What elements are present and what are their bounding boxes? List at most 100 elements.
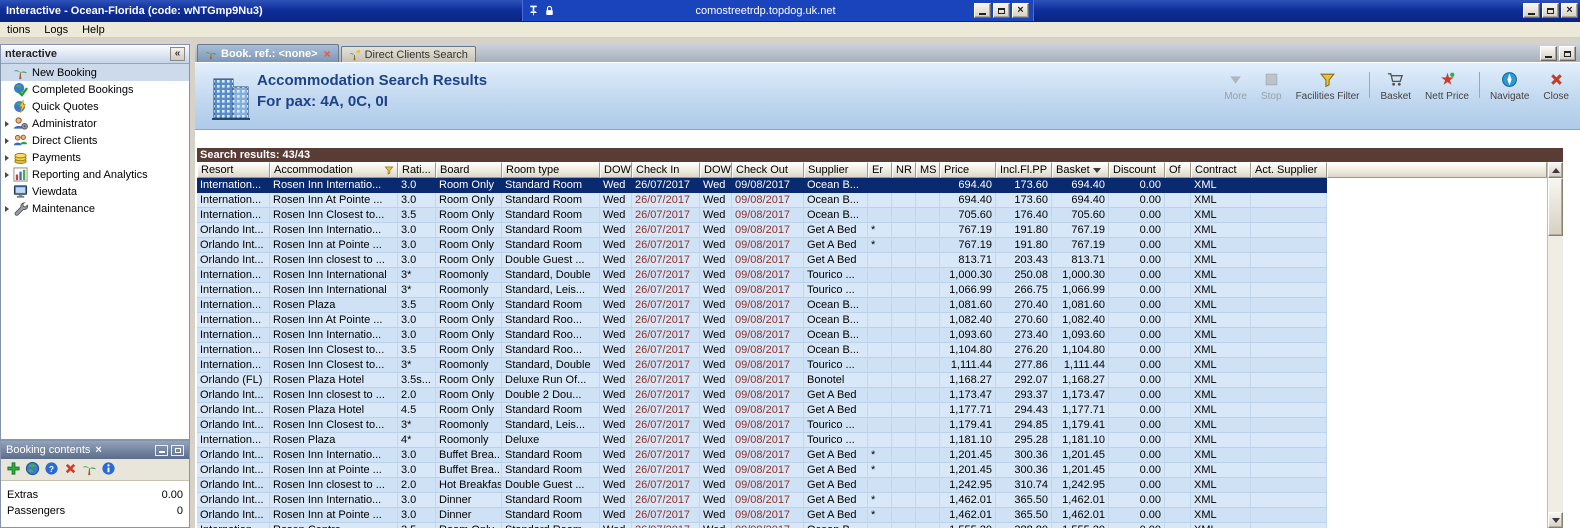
tab-book-ref-none[interactable]: Book. ref.: <none> × (197, 44, 339, 62)
column-header-resort-0[interactable]: Resort (197, 162, 270, 178)
app-minimize-button[interactable] (1523, 3, 1540, 18)
table-row[interactable]: Orlando Int... Rosen Inn closest to ... 3.… (197, 253, 1547, 268)
table-row[interactable]: Orlando Int... Rosen Inn Internatio... 3.0… (197, 448, 1547, 463)
stop-button[interactable]: Stop (1254, 68, 1289, 102)
table-row[interactable]: Orlando Int... Rosen Inn Internatio... 3.0… (197, 223, 1547, 238)
booking-row-passengers[interactable]: Passengers 0 (1, 503, 189, 519)
menu-item-tions[interactable]: tions (0, 24, 37, 36)
table-row[interactable]: Internation... Rosen Inn Internatio... 3.0… (197, 178, 1547, 193)
more-button[interactable]: More (1217, 68, 1254, 102)
expander-icon[interactable] (1, 121, 13, 127)
table-row[interactable]: Internation... Rosen Inn At Pointe ... 3.0… (197, 313, 1547, 328)
table-row[interactable]: Internation... Rosen Inn International 3* R… (197, 268, 1547, 283)
collapse-panel-button[interactable]: « (170, 47, 185, 61)
app-close-button[interactable]: × (1561, 3, 1578, 18)
column-header-act-supplier-19[interactable]: Act. Supplier (1251, 162, 1327, 178)
table-row[interactable]: Internation... Rosen Inn Closest to... 3.5… (197, 208, 1547, 223)
sidebar-item-payments[interactable]: Payments (1, 149, 189, 166)
expander-icon[interactable] (1, 138, 13, 144)
expander-icon[interactable] (1, 155, 13, 161)
vertical-scrollbar[interactable] (1547, 162, 1563, 528)
column-header-discount-16[interactable]: Discount (1109, 162, 1165, 178)
column-header-dow-5[interactable]: DOW (600, 162, 632, 178)
column-header-nr-11[interactable]: NR (892, 162, 916, 178)
mdi-restore-button[interactable] (1559, 46, 1576, 61)
sidebar-item-reporting-and-analytics[interactable]: Reporting and Analytics (1, 166, 189, 183)
expander-icon[interactable] (1, 172, 13, 178)
table-row[interactable]: Internation... Rosen Inn Closest to... 3.5… (197, 343, 1547, 358)
column-header-ms-12[interactable]: MS (916, 162, 940, 178)
table-row[interactable]: Internation... Rosen Inn International 3* R… (197, 283, 1547, 298)
mdi-minimize-button[interactable] (1540, 46, 1557, 61)
table-row[interactable]: Orlando Int... Rosen Inn at Pointe ... 3.0… (197, 508, 1547, 523)
column-header-accommodation-1[interactable]: Accommodation (270, 162, 398, 178)
column-header-contract-18[interactable]: Contract (1191, 162, 1251, 178)
panel-close-icon[interactable]: × (95, 444, 101, 456)
rdp-restore-button[interactable] (993, 3, 1010, 18)
table-cell: Standard Room (502, 178, 600, 193)
add-button[interactable] (6, 461, 21, 479)
tab-direct-clients-search[interactable]: Direct Clients Search (340, 46, 476, 62)
help-button[interactable]: ? (44, 461, 59, 479)
table-row[interactable]: Internation... Rosen Inn Closest to... 3* R… (197, 358, 1547, 373)
column-header-er-10[interactable]: Er (868, 162, 892, 178)
sidebar-item-administrator[interactable]: Administrator (1, 115, 189, 132)
column-header-room-type-4[interactable]: Room type (502, 162, 600, 178)
close-button[interactable]: Close (1536, 68, 1576, 102)
scroll-up-button[interactable] (1548, 162, 1563, 178)
table-row[interactable]: Internation...Rosen Centre3.5Room OnlySt… (197, 523, 1547, 528)
column-header-incl-fl-pp-14[interactable]: Incl.Fl.PP (996, 162, 1052, 178)
menu-item-logs[interactable]: Logs (37, 24, 75, 36)
column-header-board-3[interactable]: Board (436, 162, 502, 178)
column-header-price-13[interactable]: Price (940, 162, 996, 178)
column-header-check-in-6[interactable]: Check In (632, 162, 700, 178)
nett-price-button[interactable]: Nett Price (1418, 68, 1476, 102)
menu-item-help[interactable]: Help (75, 24, 112, 36)
table-row[interactable]: Internation... Rosen Inn At Pointe ... 3.0… (197, 193, 1547, 208)
navigate-button[interactable]: Navigate (1483, 68, 1536, 102)
table-row[interactable]: Orlando Int... Rosen Inn at Pointe ... 3.0… (197, 463, 1547, 478)
table-row[interactable]: Orlando Int... Rosen Inn Closest to... 3* R… (197, 418, 1547, 433)
column-header-supplier-9[interactable]: Supplier (804, 162, 868, 178)
basket-button[interactable]: Basket (1373, 68, 1418, 102)
column-header-check-out-8[interactable]: Check Out (732, 162, 804, 178)
column-header-dow-7[interactable]: DOW (700, 162, 732, 178)
table-row[interactable]: Orlando (FL) Rosen Plaza Hotel 3.5s... Room… (197, 373, 1547, 388)
sidebar-item-new-booking[interactable]: New Booking (1, 64, 189, 81)
delete-button[interactable] (63, 461, 78, 479)
table-row[interactable]: Orlando Int... Rosen Inn closest to ... 2.… (197, 478, 1547, 493)
sidebar-item-quick-quotes[interactable]: Quick Quotes (1, 98, 189, 115)
expander-icon[interactable] (1, 206, 13, 212)
table-row[interactable]: Internation... Rosen Plaza 4* Roomonly Delux… (197, 433, 1547, 448)
rdp-minimize-button[interactable] (974, 3, 991, 18)
panel-float-button[interactable] (171, 444, 184, 456)
app-restore-button[interactable] (1542, 3, 1559, 18)
table-row[interactable]: Internation... Rosen Plaza 3.5 Room Only Sta… (197, 298, 1547, 313)
table-row[interactable]: Orlando Int... Rosen Plaza Hotel 4.5 Room O… (197, 403, 1547, 418)
facilities-filter-button[interactable]: Facilities Filter (1289, 68, 1367, 102)
sidebar-item-completed-bookings[interactable]: Completed Bookings (1, 81, 189, 98)
column-header-rati-2[interactable]: Rati... (398, 162, 436, 178)
panel-minimize-button[interactable] (155, 444, 168, 456)
column-header-basket-15[interactable]: Basket (1052, 162, 1109, 178)
table-row[interactable]: Internation... Rosen Inn Internatio... 3.0… (197, 328, 1547, 343)
table-row[interactable]: Orlando Int... Rosen Inn at Pointe ... 3.0… (197, 238, 1547, 253)
globe-button[interactable] (25, 461, 40, 479)
pin-icon[interactable] (527, 4, 540, 17)
table-cell (916, 283, 940, 298)
sidebar-item-viewdata[interactable]: Viewdata (1, 183, 189, 200)
table-row[interactable]: Orlando Int... Rosen Inn Internatio... 3.0… (197, 493, 1547, 508)
booking-row-extras[interactable]: Extras 0.00 (1, 487, 189, 503)
scrollbar-thumb[interactable] (1548, 178, 1563, 236)
scroll-down-button[interactable] (1548, 512, 1563, 528)
table-cell: 09/08/2017 (732, 328, 804, 343)
rdp-close-button[interactable]: × (1012, 3, 1029, 18)
tab-close-icon[interactable]: × (324, 48, 331, 60)
column-header-of-17[interactable]: Of (1165, 162, 1191, 178)
info-button[interactable] (101, 461, 116, 479)
people-icon (13, 133, 28, 148)
table-row[interactable]: Orlando Int... Rosen Inn closest to ... 2.… (197, 388, 1547, 403)
sidebar-item-maintenance[interactable]: Maintenance (1, 200, 189, 217)
palm-button[interactable] (82, 461, 97, 479)
sidebar-item-direct-clients[interactable]: Direct Clients (1, 132, 189, 149)
